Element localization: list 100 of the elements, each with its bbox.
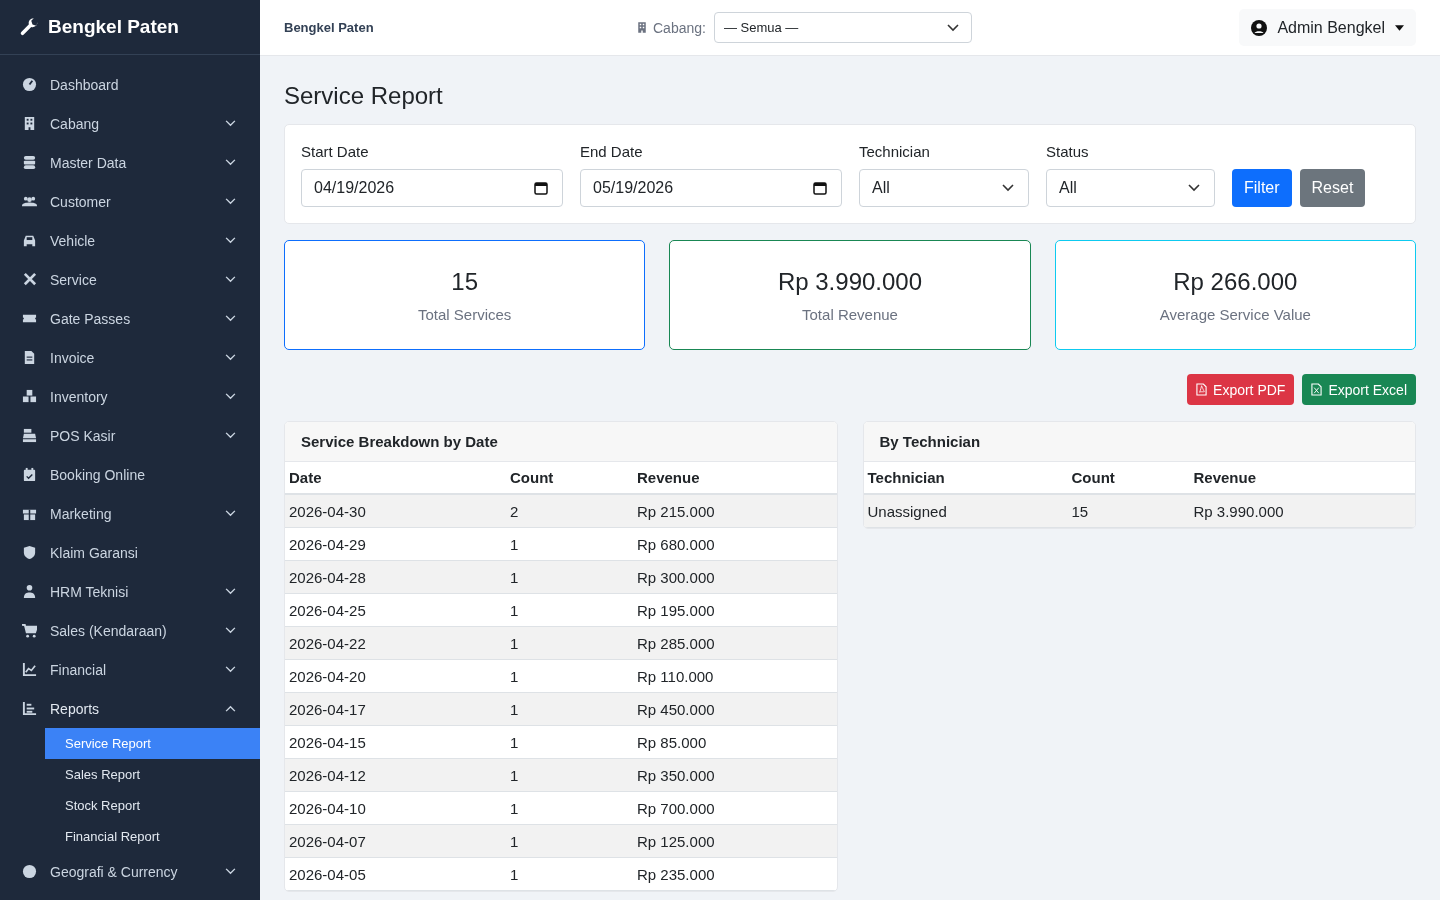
table-cell: Rp 3.990.000 — [1189, 494, 1415, 528]
car-icon — [22, 233, 37, 248]
cart-icon — [22, 623, 37, 638]
table-cell: 15 — [1067, 494, 1190, 528]
table-cell: Rp 285.000 — [633, 626, 837, 660]
chevron-down-icon — [1188, 184, 1200, 192]
chevron-up-icon — [225, 705, 236, 712]
branch-label: Cabang: — [653, 19, 706, 36]
table-cell: 2026-04-29 — [285, 527, 506, 561]
table-cell: Rp 215.000 — [633, 494, 837, 528]
chevron-down-icon — [225, 588, 236, 595]
table-cell: 1 — [506, 857, 633, 891]
document-icon — [22, 350, 37, 365]
sidebar-item[interactable]: Inventory — [0, 377, 260, 416]
select-field[interactable]: All — [1046, 169, 1215, 207]
reset-button[interactable]: Reset — [1299, 169, 1366, 207]
chevron-down-icon — [225, 868, 236, 875]
card-title: Service Breakdown by Date — [285, 422, 837, 462]
user-menu[interactable]: Admin Bengkel — [1239, 9, 1416, 46]
table-cell: 1 — [506, 626, 633, 660]
chevron-down-icon — [225, 627, 236, 634]
chevron-down-icon — [225, 315, 236, 322]
table-cell: Rp 195.000 — [633, 593, 837, 627]
stat-value: Rp 3.990.000 — [777, 267, 923, 296]
table-cell: 2026-04-05 — [285, 857, 506, 891]
submenu-item[interactable]: Stock Report — [45, 790, 260, 821]
sidebar-item[interactable]: Vehicle — [0, 221, 260, 260]
filter-button[interactable]: Filter — [1232, 169, 1292, 207]
line-chart-icon — [22, 662, 37, 677]
table-cell: 2026-04-28 — [285, 560, 506, 594]
table-cell: 1 — [506, 758, 633, 792]
chevron-down-icon — [225, 276, 236, 283]
sidebar-item[interactable]: Booking Online — [0, 455, 260, 494]
table-cell: 2026-04-15 — [285, 725, 506, 759]
sidebar-item[interactable]: Marketing — [0, 494, 260, 533]
sidebar-item[interactable]: Financial — [0, 650, 260, 689]
cash-register-icon — [22, 428, 37, 443]
boxes-icon — [22, 389, 37, 404]
table-cell: Rp 680.000 — [633, 527, 837, 561]
user-avatar-icon — [1251, 19, 1268, 36]
field-label: Start Date — [301, 143, 370, 160]
stat-label: Average Service Value — [1159, 305, 1311, 323]
submenu-item[interactable]: Sales Report — [45, 759, 260, 790]
building-icon — [22, 116, 37, 131]
table-cell: 2026-04-12 — [285, 758, 506, 792]
caret-icon — [1395, 24, 1404, 31]
sidebar-item[interactable]: Invoice — [0, 338, 260, 377]
card-title: By Technician — [863, 422, 1415, 462]
table-cell: 2026-04-07 — [285, 824, 506, 858]
shield-icon — [22, 545, 37, 560]
field-label: Status — [1046, 143, 1090, 160]
sidebar-item[interactable]: Klaim Garansi — [0, 533, 260, 572]
table-cell: 1 — [506, 824, 633, 858]
calendar-icon — [22, 467, 37, 482]
chevron-down-icon — [946, 23, 959, 32]
pdf-file-icon — [1196, 383, 1208, 396]
sidebar-item[interactable]: Sales (Kendaraan) — [0, 611, 260, 650]
export-pdf-button[interactable]: Export PDF — [1187, 374, 1295, 405]
table-cell: 1 — [506, 659, 633, 693]
app-title: Bengkel Paten — [284, 20, 375, 35]
field-label: End Date — [580, 143, 644, 160]
table-cell: 1 — [506, 725, 633, 759]
sidebar-item[interactable]: HRM Teknisi — [0, 572, 260, 611]
chevron-down-icon — [225, 237, 236, 244]
branch-select[interactable]: — Semua — — [713, 12, 972, 43]
sidebar-item[interactable]: Dashboard — [0, 65, 260, 104]
date-field[interactable]: 04/19/2026 — [301, 169, 563, 207]
brand-title: Bengkel Paten — [48, 16, 179, 38]
submenu-item[interactable]: Service Report — [45, 728, 260, 759]
table-cell: 1 — [506, 593, 633, 627]
table-cell: Rp 85.000 — [633, 725, 837, 759]
chevron-down-icon — [225, 393, 236, 400]
gauge-icon — [22, 77, 37, 92]
export-excel-button[interactable]: Export Excel — [1302, 374, 1416, 405]
sidebar-item[interactable]: POS Kasir — [0, 416, 260, 455]
chevron-down-icon — [225, 432, 236, 439]
table-cell: 1 — [506, 560, 633, 594]
calendar-icon[interactable] — [813, 181, 827, 195]
table-cell: Rp 235.000 — [633, 857, 837, 891]
sidebar-item[interactable]: Geografi & Currency — [0, 852, 260, 891]
excel-file-icon — [1311, 383, 1323, 396]
sidebar-item[interactable]: Service — [0, 260, 260, 299]
submenu-item[interactable]: Financial Report — [45, 821, 260, 852]
person-icon — [22, 584, 37, 599]
chevron-down-icon — [225, 159, 236, 166]
sidebar-item[interactable]: Gate Passes — [0, 299, 260, 338]
table-cell: 1 — [506, 527, 633, 561]
table-cell: Unassigned — [863, 494, 1068, 528]
sidebar-item[interactable]: Master Data — [0, 143, 260, 182]
page-title: Service Report — [284, 82, 444, 110]
sidebar-item[interactable]: Reports — [0, 689, 260, 728]
table-cell: 2026-04-17 — [285, 692, 506, 726]
sidebar-item[interactable]: Customer — [0, 182, 260, 221]
select-field[interactable]: All — [859, 169, 1029, 207]
table-cell: 2 — [506, 494, 633, 528]
sidebar-item[interactable]: Cabang — [0, 104, 260, 143]
date-field[interactable]: 05/19/2026 — [580, 169, 842, 207]
table-cell: 1 — [506, 791, 633, 825]
calendar-icon[interactable] — [534, 181, 548, 195]
table-cell: Rp 700.000 — [633, 791, 837, 825]
